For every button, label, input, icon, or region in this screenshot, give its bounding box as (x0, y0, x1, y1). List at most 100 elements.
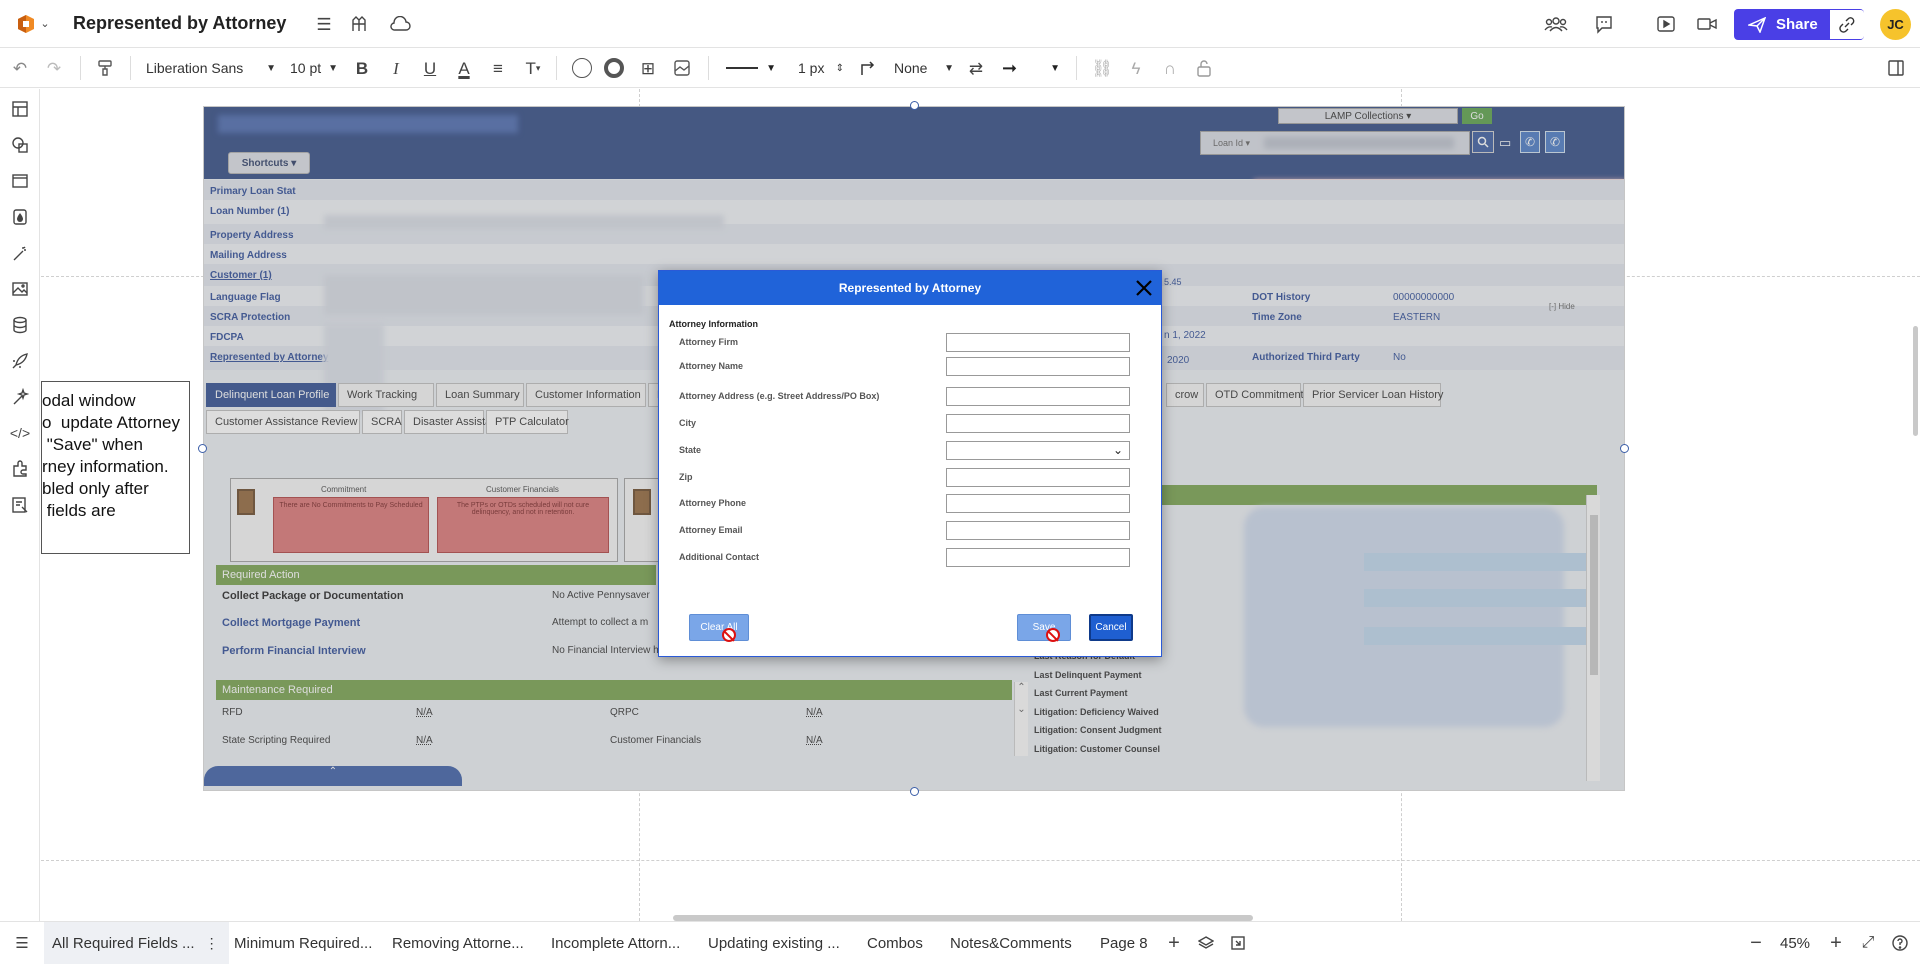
italic-icon[interactable]: I (384, 56, 408, 80)
bold-icon[interactable]: B (350, 56, 374, 80)
integrations-icon[interactable] (8, 457, 32, 481)
page-tab[interactable]: Combos (867, 922, 923, 964)
form-input-attorney-name[interactable] (946, 357, 1130, 376)
table-icon[interactable]: ⊞ (636, 56, 660, 80)
redo-icon[interactable]: ↷ (42, 56, 66, 80)
arrow-start-value: None (894, 60, 928, 76)
image-style-icon[interactable] (670, 56, 694, 80)
menu-icon[interactable]: ☰ (313, 12, 335, 36)
rocket-icon[interactable] (8, 349, 32, 373)
form-input-zip[interactable] (946, 468, 1130, 487)
zoom-out-icon[interactable]: − (1744, 931, 1768, 955)
underline-icon[interactable]: U (418, 56, 442, 80)
app-logo-icon[interactable] (14, 12, 38, 36)
fit-to-screen-icon[interactable]: ⤢ (1856, 931, 1880, 955)
embedded-app-screenshot[interactable]: Shortcuts ▾ LAMP Collections ▾ Go Loan I… (203, 106, 1625, 791)
document-title[interactable]: Represented by Attorney (73, 13, 286, 34)
avatar[interactable]: JC (1880, 9, 1911, 40)
page-tab[interactable]: Notes&Comments (950, 922, 1072, 964)
resize-handle[interactable] (910, 101, 919, 110)
panel-toggle-icon[interactable] (1884, 56, 1908, 80)
align-icon[interactable]: ≡ (486, 56, 510, 80)
link-icon[interactable]: ⛓ (1090, 56, 1114, 80)
swap-arrows-icon[interactable]: ⇄ (964, 56, 988, 80)
fill-color-icon[interactable] (570, 56, 594, 80)
chevron-down-icon: ▼ (766, 62, 776, 74)
collaborators-icon[interactable] (1542, 12, 1570, 36)
page-tab[interactable]: Incomplete Attorn... (551, 922, 680, 964)
data-linking-icon[interactable] (8, 493, 32, 517)
format-painter-icon[interactable] (92, 56, 118, 80)
clear-all-button[interactable]: Clear All (689, 614, 749, 641)
state-select[interactable]: ⌄ (946, 441, 1130, 460)
line-width-select[interactable]: 1 px ⇕ (798, 58, 844, 78)
save-button[interactable]: Save (1017, 614, 1071, 641)
resize-handle[interactable] (910, 787, 919, 796)
line-style-select[interactable]: ▼ (726, 58, 776, 78)
form-label: Attorney Address (e.g. Street Address/PO… (679, 391, 880, 401)
shapes-icon[interactable] (8, 133, 32, 157)
magnet-icon[interactable]: ∩ (1158, 56, 1182, 80)
chevron-down-icon: ▼ (328, 62, 338, 74)
page-tab[interactable]: All Required Fields ... ⋮ (44, 922, 229, 964)
annotation-note[interactable]: odal window o update Attorney "Save" when… (41, 381, 190, 554)
form-input-attorney-firm[interactable] (946, 333, 1130, 352)
code-icon[interactable]: </> (8, 421, 32, 445)
copy-link-icon[interactable] (1830, 10, 1864, 39)
line-color-icon[interactable] (602, 56, 626, 80)
ai-sparkle-icon[interactable] (8, 385, 32, 409)
add-page-icon[interactable]: + (1162, 931, 1186, 955)
undo-icon[interactable]: ↶ (8, 56, 32, 80)
logo-menu-chevron-icon[interactable]: ⌄ (38, 16, 52, 32)
pages-panel-icon[interactable] (8, 97, 32, 121)
annotation-text: odal window o update Attorney "Save" when… (42, 390, 189, 522)
arrow-end-select[interactable]: ➞ ▼ (1002, 58, 1060, 78)
font-size-value: 10 pt (290, 60, 322, 76)
page-tab[interactable]: Page 8 (1100, 922, 1148, 964)
shapes-library-icon[interactable] (348, 12, 370, 36)
cancel-button[interactable]: Cancel (1089, 614, 1133, 641)
arrow-start-select[interactable]: None ▼ (894, 58, 954, 78)
attorney-modal: Represented by Attorney Attorney Informa… (658, 270, 1162, 657)
font-family-select[interactable]: Liberation Sans ▼ (146, 58, 276, 78)
fill-drop-icon[interactable] (8, 205, 32, 229)
page-list-icon[interactable]: ☰ (10, 931, 34, 955)
page-tab[interactable]: Updating existing ... (708, 922, 840, 964)
page-tab[interactable]: Minimum Required... (234, 922, 372, 964)
page-boundary (41, 860, 1920, 861)
container-icon[interactable] (8, 169, 32, 193)
form-input-city[interactable] (946, 414, 1130, 433)
share-button[interactable]: Share (1734, 9, 1864, 40)
layers-icon[interactable] (1194, 931, 1218, 955)
help-icon[interactable] (1888, 931, 1912, 955)
database-icon[interactable] (8, 313, 32, 337)
resize-handle[interactable] (1620, 444, 1629, 453)
form-input-attorney-phone[interactable] (946, 494, 1130, 513)
text-color-icon[interactable]: A (452, 56, 476, 80)
present-icon[interactable] (1654, 12, 1678, 36)
text-options-icon[interactable]: T ▾ (520, 56, 546, 80)
page-tab-label: Page 8 (1100, 934, 1148, 952)
font-family-value: Liberation Sans (146, 60, 244, 76)
image-icon[interactable] (8, 277, 32, 301)
video-call-icon[interactable] (1694, 12, 1720, 36)
comments-icon[interactable] (1592, 12, 1616, 36)
line-width-value: 1 px (798, 60, 825, 76)
page-tab[interactable]: Removing Attorne... (392, 922, 524, 964)
cloud-saved-icon[interactable] (388, 12, 412, 36)
form-input-additional-contact[interactable] (946, 548, 1130, 567)
zoom-level[interactable]: 45% (1780, 935, 1810, 952)
vertical-scrollbar[interactable] (1913, 326, 1918, 436)
connector-style-icon[interactable] (856, 56, 880, 80)
page-settings-icon[interactable] (1226, 931, 1250, 955)
more-options-icon[interactable]: ⋮ (205, 935, 219, 952)
close-icon[interactable] (1133, 277, 1155, 299)
zoom-in-icon[interactable]: + (1824, 931, 1848, 955)
lock-icon[interactable] (1192, 56, 1216, 80)
magic-wand-icon[interactable] (8, 241, 32, 265)
resize-handle[interactable] (198, 444, 207, 453)
action-icon[interactable]: ϟ (1124, 56, 1148, 80)
form-input-attorney-email[interactable] (946, 521, 1130, 540)
form-input-attorney-address-e-g-street-address-po-box[interactable] (946, 387, 1130, 406)
font-size-select[interactable]: 10 pt ▼ (290, 58, 338, 78)
